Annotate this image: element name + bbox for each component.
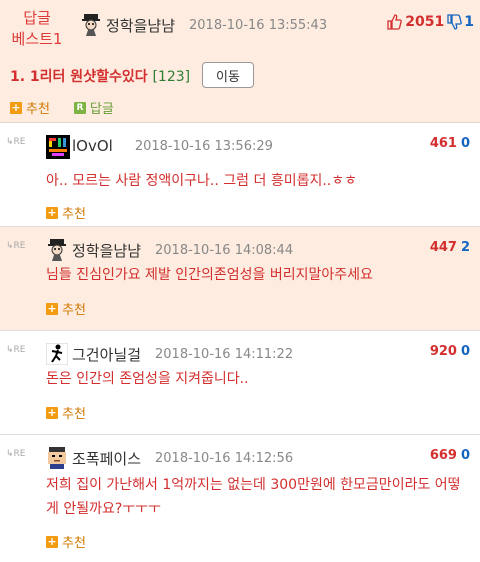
reply-button[interactable]: 답글: [90, 98, 114, 117]
comment-date: 2018-10-16 14:11:22: [155, 346, 294, 362]
comment-author[interactable]: 조폭페이스 2018-10-16 14:12:56: [46, 447, 293, 469]
thumbs-down-icon[interactable]: [446, 14, 463, 30]
plus-icon: +: [46, 205, 58, 219]
plus-icon: +: [46, 301, 58, 315]
comment-author[interactable]: 그건아닐걸 2018-10-16 14:11:22: [45, 342, 294, 366]
rainbow-text-avatar-icon: [46, 135, 70, 159]
best-actions: + 추천 R 답글: [10, 98, 114, 117]
gentleman-avatar-icon: [46, 239, 68, 261]
comment-date: 2018-10-16 14:08:44: [155, 242, 294, 258]
pixel-face-avatar-icon: [46, 447, 68, 469]
comment-page: 답글 베스트1 정학을냠냠 2018-10-16 13:55:43 2051 1…: [0, 0, 480, 562]
comment-text: 님들 진심인가요 제발 인간의존엄성을 버리지말아주세요: [46, 267, 373, 283]
running-figure-avatar-icon: [45, 342, 69, 366]
best-reply-label: 답글 베스트1: [11, 9, 63, 48]
reply-arrow-icon: ↳RE: [6, 345, 26, 355]
best-reply-block: 답글 베스트1 정학을냠냠 2018-10-16 13:55:43 2051 1…: [0, 0, 480, 123]
reply-arrow-icon: ↳RE: [6, 241, 26, 251]
gentleman-avatar-icon: [80, 14, 102, 36]
comment-author[interactable]: 정학을냠냠 2018-10-16 14:08:44: [46, 239, 293, 261]
move-button[interactable]: 이동: [202, 62, 254, 88]
comment-actions: + 추천: [46, 203, 86, 222]
comment-item: ↳RE 그건아닐걸 2018-10-16 14:11:22 920 0 돈은 인간…: [0, 331, 480, 435]
comment-date: 2018-10-16 13:56:29: [134, 138, 273, 154]
best-author-nick[interactable]: 정학을냠냠: [106, 15, 175, 36]
comment-author-nick[interactable]: 정학을냠냠: [72, 240, 141, 261]
plus-icon: +: [46, 534, 58, 548]
thumbs-up-icon[interactable]: [386, 14, 403, 30]
best-post-title[interactable]: 1. 1리터 원샷할수있다 [123]: [10, 66, 190, 86]
comment-actions: + 추천: [46, 299, 86, 318]
comment-author-nick[interactable]: 조폭페이스: [72, 448, 141, 469]
comment-item: ↳RE lOvOl 2018-10-16 13:56:29 461 0 아.. 모…: [0, 123, 480, 227]
recommend-button[interactable]: 추천: [62, 532, 86, 551]
plus-icon: +: [10, 100, 22, 114]
reply-arrow-icon: ↳RE: [6, 449, 26, 459]
reply-arrow-icon: ↳RE: [6, 137, 26, 147]
recommend-button[interactable]: 추천: [62, 403, 86, 422]
comment-item: ↳RE 조폭페이스 2018-10-16 14:12:56 669 0 저희 집이…: [0, 435, 480, 562]
recommend-button[interactable]: 추천: [26, 98, 50, 117]
reply-r-icon: R: [73, 101, 86, 114]
best-votes: 2051 1: [386, 14, 474, 30]
comment-author-nick[interactable]: lOvOl: [72, 137, 113, 155]
recommend-button[interactable]: 추천: [62, 203, 86, 222]
comment-actions: + 추천: [46, 403, 86, 422]
best-author[interactable]: 정학을냠냠 2018-10-16 13:55:43: [80, 14, 327, 36]
recommend-button[interactable]: 추천: [62, 299, 86, 318]
comment-actions: + 추천: [46, 532, 86, 551]
comment-votes: 920 0: [429, 344, 470, 359]
comment-author[interactable]: lOvOl 2018-10-16 13:56:29: [46, 135, 273, 159]
comment-date: 2018-10-16 14:12:56: [155, 450, 294, 466]
best-down-count: 1: [464, 14, 474, 30]
best-date: 2018-10-16 13:55:43: [189, 17, 328, 33]
comment-votes: 669 0: [429, 448, 470, 463]
best-reply-count: [123]: [152, 69, 191, 85]
comment-author-nick[interactable]: 그건아닐걸: [72, 344, 141, 365]
best-up-count: 2051: [405, 14, 445, 30]
comment-votes: 447 2: [429, 240, 470, 255]
comment-text: 저희 집이 가난해서 1억까지는 없는데 300만원에 한모금만이라도 어떻게 …: [46, 477, 461, 517]
comment-text: 아.. 모르는 사람 정액이구나.. 그럼 더 흥미롭지..ㅎㅎ: [46, 173, 358, 189]
comment-item: ↳RE 정학을냠냠 2018-10-16 14:08:44 447 2 님들 진심…: [0, 227, 480, 331]
comment-text: 돈은 인간의 존엄성을 지켜줍니다..: [46, 371, 249, 387]
plus-icon: +: [46, 405, 58, 419]
comment-votes: 461 0: [429, 136, 470, 151]
